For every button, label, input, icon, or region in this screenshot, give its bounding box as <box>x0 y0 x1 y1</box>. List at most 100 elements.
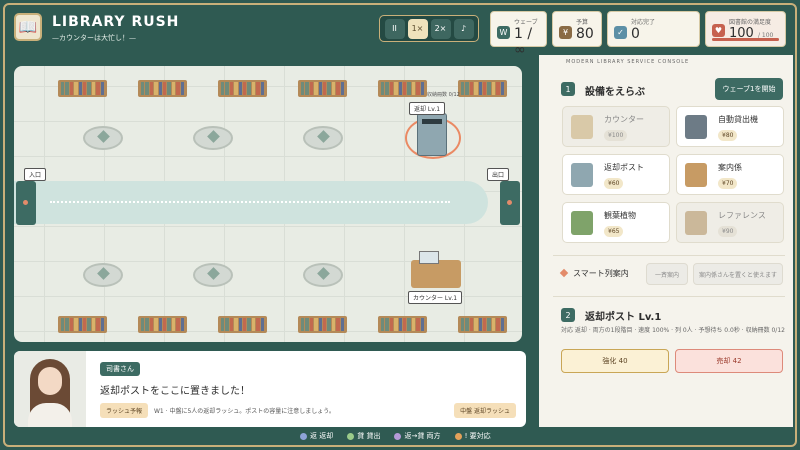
console-title: MODERN LIBRARY SERVICE CONSOLE <box>566 59 690 65</box>
section-title-facilities: 設備をえらぶ <box>585 87 645 98</box>
facility-price: ¥80 <box>718 130 738 141</box>
bookshelf <box>218 80 267 97</box>
facility-name: 返却ポスト <box>604 163 644 172</box>
smart-queue-label: スマート列案内 <box>559 268 629 279</box>
return-post[interactable] <box>417 113 447 156</box>
legend-item: 返 返却 <box>300 431 333 441</box>
legend-item: 貸 貸出 <box>347 431 380 441</box>
facility-card[interactable]: レファレンス ¥90 <box>676 202 784 243</box>
legend-dot <box>347 432 355 440</box>
floor-slot[interactable] <box>193 263 233 287</box>
floor-slot[interactable] <box>83 126 123 150</box>
bookshelf <box>298 80 347 97</box>
divider <box>553 255 785 256</box>
return-post-tag: 返却 Lv.1 <box>409 102 446 115</box>
speed-1x-button[interactable]: 1× <box>407 18 428 39</box>
pause-button[interactable]: II <box>384 18 405 39</box>
facility-name: レファレンス <box>718 211 766 220</box>
counter-desk[interactable] <box>411 251 461 288</box>
bookshelf <box>58 80 107 97</box>
floor-slot[interactable] <box>303 126 343 150</box>
facility-card[interactable]: 案内係 ¥70 <box>676 154 784 195</box>
legend-dot <box>454 432 462 440</box>
forecast-badge: ラッシュ予報 <box>100 403 149 418</box>
facility-thumbnail <box>685 163 707 187</box>
facility-thumbnail <box>685 211 707 235</box>
rush-forecast: ラッシュ予報 W1 · 中盤に5人の返却ラッシュ。ポストの容量に注意しましょう。… <box>100 403 516 418</box>
upgrade-button[interactable]: 強化 40 <box>561 349 669 373</box>
return-capacity: 収納冊数 0/12 <box>427 92 460 98</box>
broadcast-button[interactable]: 一斉案内 <box>646 263 688 285</box>
facility-price: ¥65 <box>604 226 624 237</box>
game-title: LIBRARY RUSH <box>52 14 180 30</box>
floor-slot[interactable] <box>303 263 343 287</box>
facility-card[interactable]: カウンター ¥100 <box>562 106 670 147</box>
budget-value: 80 <box>576 26 594 42</box>
speed-2x-button[interactable]: 2× <box>430 18 451 39</box>
facility-name: 観葉植物 <box>604 211 636 220</box>
bookshelf <box>458 80 507 97</box>
wave-icon: W <box>497 26 510 39</box>
facility-name: カウンター <box>604 115 644 124</box>
divider <box>553 296 785 297</box>
facility-price: ¥100 <box>604 130 628 141</box>
entrance-label: 入口 <box>24 168 47 181</box>
sell-button[interactable]: 売却 42 <box>675 349 783 373</box>
bookshelf <box>138 80 187 97</box>
handled-label: 対応完了 <box>631 19 656 26</box>
yen-icon: ¥ <box>559 26 572 39</box>
handled-card: ✓ 対応完了 0 <box>607 11 700 47</box>
facility-card[interactable]: 返却ポスト ¥60 <box>562 154 670 195</box>
check-icon: ✓ <box>614 26 627 39</box>
bookshelf <box>58 316 107 333</box>
forecast-text: W1 · 中盤に5人の返却ラッシュ。ポストの容量に注意しましょう。 <box>154 408 335 415</box>
book-icon: 📖 <box>14 13 42 41</box>
step-2-badge: 2 <box>561 308 575 322</box>
step-1-badge: 1 <box>561 82 575 96</box>
bookshelf <box>378 80 427 97</box>
exit-label: 出口 <box>487 168 510 181</box>
budget-label: 予算 <box>576 19 589 26</box>
path-dots <box>50 201 450 203</box>
facility-thumbnail <box>571 115 593 139</box>
facility-thumbnail <box>685 115 707 139</box>
counter-tag: カウンター Lv.1 <box>408 291 463 304</box>
floor-slot[interactable] <box>83 263 123 287</box>
legend-label: 返 返却 <box>310 432 334 440</box>
handled-value: 0 <box>631 26 640 42</box>
bookshelf <box>298 316 347 333</box>
legend-label: 返→貸 両方 <box>404 432 441 440</box>
guide-hint-button[interactable]: 案内係さんを置くと使えます <box>693 263 783 285</box>
budget-card: ¥ 予算 80 <box>552 11 602 47</box>
start-wave-button[interactable]: ウェーブ1を開始 <box>715 78 783 100</box>
bookshelf <box>378 316 427 333</box>
speed-controls: II 1× 2× ♪ <box>379 15 479 42</box>
facility-price: ¥60 <box>604 178 624 189</box>
satisfaction-bar-fill <box>712 38 779 41</box>
legend-dot <box>300 432 307 440</box>
satisfaction-card: ♥ 図書館の満足度 100 / 100 <box>705 11 786 47</box>
satisfaction-bar <box>712 38 779 41</box>
game-subtitle: —カウンターは大忙し！— <box>52 34 136 42</box>
speaker-name: 司書さん <box>100 362 140 376</box>
facility-card[interactable]: 観葉植物 ¥65 <box>562 202 670 243</box>
floor-slot[interactable] <box>193 126 233 150</box>
legend: 返 返却 貸 貸出 返→貸 両方 ! 要対応 <box>300 431 491 441</box>
facility-thumbnail <box>571 211 593 235</box>
bookshelf <box>218 316 267 333</box>
facility-thumbnail <box>571 163 593 187</box>
facility-name: 案内係 <box>718 163 742 172</box>
dialogue-text: 返却ポストをここに置きました！ <box>100 386 250 397</box>
facility-card[interactable]: 自動貸出機 ¥80 <box>676 106 784 147</box>
bookshelf <box>138 316 187 333</box>
forecast-tag: 中盤 返却ラッシュ <box>454 403 516 418</box>
exit-gate <box>500 181 520 225</box>
facility-price: ¥90 <box>718 226 738 237</box>
librarian-portrait <box>14 351 86 427</box>
legend-item: 返→貸 両方 <box>394 431 441 441</box>
satisfaction-label: 図書館の満足度 <box>729 19 772 26</box>
legend-label: ! 要対応 <box>464 432 491 440</box>
wave-value: 1 / ∞ <box>514 26 533 58</box>
sound-button[interactable]: ♪ <box>453 18 474 39</box>
legend-label: 貸 貸出 <box>357 432 381 440</box>
